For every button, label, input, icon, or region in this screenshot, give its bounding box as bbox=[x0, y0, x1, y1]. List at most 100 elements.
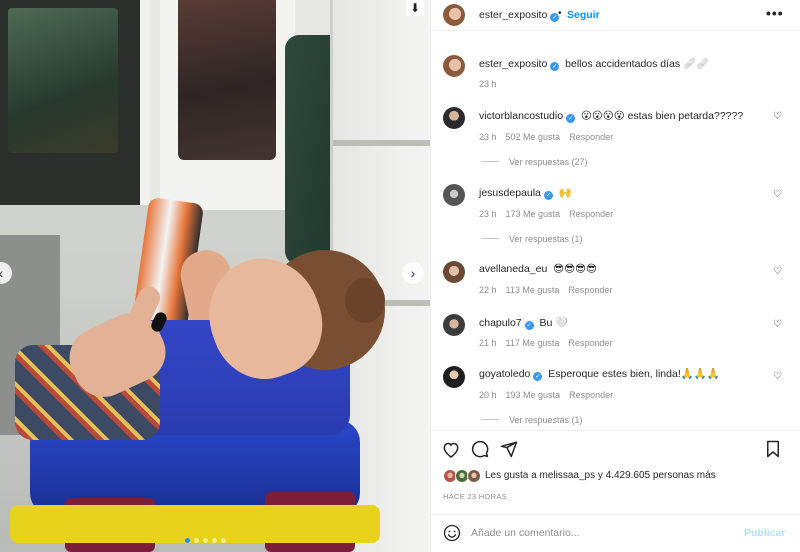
comment-text: goyatoledo ✓ Esperoque estes bien, linda!… bbox=[479, 367, 720, 381]
next-slide-button[interactable]: › bbox=[402, 262, 424, 284]
reply-button[interactable]: Responder bbox=[569, 209, 613, 219]
reply-button[interactable]: Responder bbox=[569, 132, 613, 142]
share-send-icon[interactable] bbox=[499, 439, 519, 459]
commenter-avatar[interactable] bbox=[443, 107, 465, 129]
comment-like-heart-icon[interactable]: ♡ bbox=[773, 371, 782, 382]
comment-body: 😎😎😎😎 bbox=[553, 263, 597, 275]
comment-body: 🙌 bbox=[558, 187, 572, 199]
post-photo[interactable]: ⬇ ‹ › bbox=[0, 0, 430, 552]
commenter-avatar[interactable] bbox=[443, 366, 465, 388]
comment-time: 22 h bbox=[479, 285, 497, 295]
view-replies-label[interactable]: Ver respuestas (1) bbox=[509, 415, 583, 425]
comment-text: chapulo7 ✓ Bu 🤍 bbox=[479, 316, 568, 330]
post-header: ester_exposito ✓ • Seguir ••• bbox=[431, 0, 800, 31]
commenter-username[interactable]: chapulo7 bbox=[479, 317, 522, 329]
comment-input[interactable]: Añade un comentario... bbox=[471, 527, 580, 539]
author-name[interactable]: ester_exposito bbox=[479, 9, 547, 21]
publish-button[interactable]: Publicar bbox=[744, 527, 785, 539]
author-avatar[interactable] bbox=[443, 4, 465, 26]
comment-time: 23 h bbox=[479, 132, 497, 142]
comment-text: victorblancostudio ✓ 😮😮😮😮 estas bien peta… bbox=[479, 110, 743, 123]
comment-like-heart-icon[interactable]: ♡ bbox=[773, 111, 782, 122]
commenter-username[interactable]: victorblancostudio bbox=[479, 110, 563, 122]
comment-body: 😮😮😮😮 estas bien petarda????? bbox=[580, 110, 744, 122]
carousel-dot bbox=[194, 538, 199, 543]
comment-text: avellaneda_eu 😎😎😎😎 bbox=[479, 263, 597, 275]
reply-button[interactable]: Responder bbox=[569, 390, 613, 400]
commenter-avatar[interactable] bbox=[443, 184, 465, 206]
comment-bubble-icon[interactable] bbox=[470, 439, 490, 459]
caption-text: ester_exposito ✓ bellos accidentados días… bbox=[479, 57, 709, 71]
liker-avatar[interactable] bbox=[467, 469, 481, 483]
comment-likes[interactable]: 193 Me gusta bbox=[506, 390, 561, 400]
likes-count-text[interactable]: Les gusta a melissaa_ps y 4.429.605 pers… bbox=[485, 470, 716, 481]
ambulance-center-door bbox=[160, 0, 295, 210]
comment-text: jesusdepaula ✓ 🙌 bbox=[479, 186, 572, 200]
comment-like-heart-icon[interactable]: ♡ bbox=[773, 319, 782, 330]
comment-meta: 22 h 113 Me gusta Responder bbox=[479, 285, 621, 295]
comment-likes[interactable]: 113 Me gusta bbox=[506, 285, 560, 295]
comment-likes[interactable]: 173 Me gusta bbox=[506, 209, 561, 219]
view-replies-button[interactable]: Ver respuestas (27) bbox=[481, 157, 588, 167]
carousel-dot bbox=[185, 538, 190, 543]
comment-body: Esperoque estes bien, linda!🙏🙏🙏 bbox=[548, 368, 720, 380]
comment-meta: 21 h 117 Me gusta Responder bbox=[479, 338, 621, 348]
commenter-avatar[interactable] bbox=[443, 261, 465, 283]
carousel-dot bbox=[221, 538, 226, 543]
author-avatar[interactable] bbox=[443, 55, 465, 77]
verified-badge-icon: ✓ bbox=[566, 114, 576, 123]
carousel-dot bbox=[212, 538, 217, 543]
verified-badge-icon: ✓ bbox=[550, 62, 560, 71]
hair-bun bbox=[345, 278, 385, 323]
comment-time: 21 h bbox=[479, 338, 497, 348]
commenter-avatar[interactable] bbox=[443, 314, 465, 336]
replies-line bbox=[481, 238, 499, 239]
more-options-icon[interactable]: ••• bbox=[766, 5, 784, 21]
comment-meta: 23 h 173 Me gusta Responder bbox=[479, 209, 622, 219]
post-actions bbox=[431, 430, 800, 470]
comment-time: 23 h bbox=[479, 209, 497, 219]
post-time-ago[interactable]: HACE 23 HORAS bbox=[443, 492, 507, 501]
follow-button[interactable]: Seguir bbox=[567, 9, 600, 21]
comment-likes[interactable]: 117 Me gusta bbox=[506, 338, 560, 348]
comment-like-heart-icon[interactable]: ♡ bbox=[773, 266, 782, 277]
commenter-username[interactable]: jesusdepaula bbox=[479, 187, 541, 199]
author-username[interactable]: ester_exposito ✓ bbox=[479, 9, 560, 22]
carousel-dot bbox=[203, 538, 208, 543]
caption-timestamp: 23 h bbox=[479, 79, 497, 89]
replies-line bbox=[481, 161, 499, 162]
view-replies-button[interactable]: Ver respuestas (1) bbox=[481, 234, 583, 244]
add-comment-bar: Añade un comentario... Publicar bbox=[431, 514, 800, 552]
carousel-dots bbox=[185, 538, 226, 543]
replies-line bbox=[481, 419, 499, 420]
download-icon[interactable]: ⬇ bbox=[406, 0, 424, 16]
comment-like-heart-icon[interactable]: ♡ bbox=[773, 189, 782, 200]
post-sidebar: ester_exposito ✓ • Seguir ••• ester_expos… bbox=[430, 0, 800, 552]
verified-badge-icon: ✓ bbox=[533, 372, 543, 381]
comment-body: Bu 🤍 bbox=[539, 317, 569, 329]
reply-button[interactable]: Responder bbox=[568, 338, 612, 348]
reply-button[interactable]: Responder bbox=[568, 285, 612, 295]
caption-time: 23 h bbox=[479, 79, 506, 89]
verified-badge-icon: ✓ bbox=[543, 191, 553, 200]
comment-time: 20 h bbox=[479, 390, 497, 400]
emoji-smile-icon[interactable] bbox=[443, 524, 461, 542]
ambulance-left-door bbox=[0, 0, 150, 205]
caption-author[interactable]: ester_exposito bbox=[479, 58, 547, 70]
like-heart-icon[interactable] bbox=[441, 439, 461, 459]
view-replies-button[interactable]: Ver respuestas (1) bbox=[481, 415, 583, 425]
caption-body: bellos accidentados días 🩹🩹 bbox=[565, 58, 710, 70]
door-window bbox=[8, 8, 118, 153]
comment-meta: 23 h 502 Me gusta Responder bbox=[479, 132, 622, 142]
separator-dot: • bbox=[558, 8, 562, 19]
comment-likes[interactable]: 502 Me gusta bbox=[506, 132, 561, 142]
commenter-username[interactable]: goyatoledo bbox=[479, 368, 530, 380]
door-window bbox=[178, 0, 276, 160]
view-replies-label[interactable]: Ver respuestas (27) bbox=[509, 157, 588, 167]
view-replies-label[interactable]: Ver respuestas (1) bbox=[509, 234, 583, 244]
comment-meta: 20 h 193 Me gusta Responder bbox=[479, 390, 622, 400]
save-bookmark-icon[interactable] bbox=[763, 439, 783, 459]
likes-summary: Les gusta a melissaa_ps y 4.429.605 pers… bbox=[431, 466, 800, 486]
commenter-username[interactable]: avellaneda_eu bbox=[479, 263, 547, 275]
cabinet-shelf bbox=[333, 140, 430, 146]
